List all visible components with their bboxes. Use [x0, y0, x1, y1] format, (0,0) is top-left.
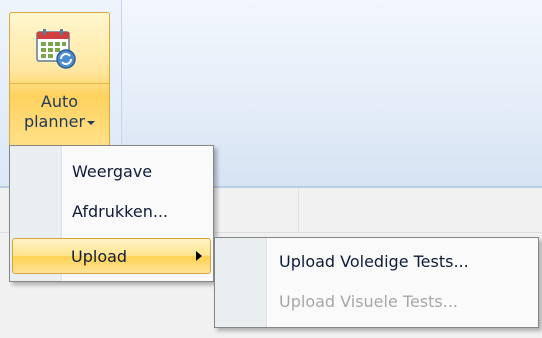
auto-planner-button[interactable]: Auto planner: [9, 12, 110, 148]
calendar-sync-icon: [34, 27, 78, 71]
menu-item-weergave[interactable]: Weergave: [12, 154, 211, 190]
dropdown-arrow-icon: [87, 120, 96, 125]
workspace-divider: [298, 188, 299, 232]
submenu-item-upload-visuele-tests: Upload Visuele Tests...: [217, 282, 536, 322]
button-split-line: [10, 83, 109, 84]
menu-item-label: Upload: [71, 247, 128, 266]
menu-item-label: Weergave: [72, 162, 153, 181]
auto-planner-label-line1: Auto: [40, 92, 79, 111]
submenu-item-upload-voledige-tests[interactable]: Upload Voledige Tests...: [217, 242, 536, 282]
dropdown-menu: Weergave Afdrukken... Upload: [9, 145, 214, 282]
submenu-arrow-icon: [196, 251, 202, 261]
submenu-item-label: Upload Visuele Tests...: [279, 292, 458, 311]
auto-planner-label-line2: planner: [23, 112, 86, 131]
menu-item-afdrukken[interactable]: Afdrukken...: [12, 194, 211, 230]
menu-item-upload[interactable]: Upload: [12, 238, 211, 274]
submenu-item-label: Upload Voledige Tests...: [279, 252, 469, 271]
menu-item-label: Afdrukken...: [72, 202, 169, 221]
auto-planner-dropdown[interactable]: planner: [10, 112, 109, 132]
upload-submenu: Upload Voledige Tests... Upload Visuele …: [214, 237, 539, 328]
